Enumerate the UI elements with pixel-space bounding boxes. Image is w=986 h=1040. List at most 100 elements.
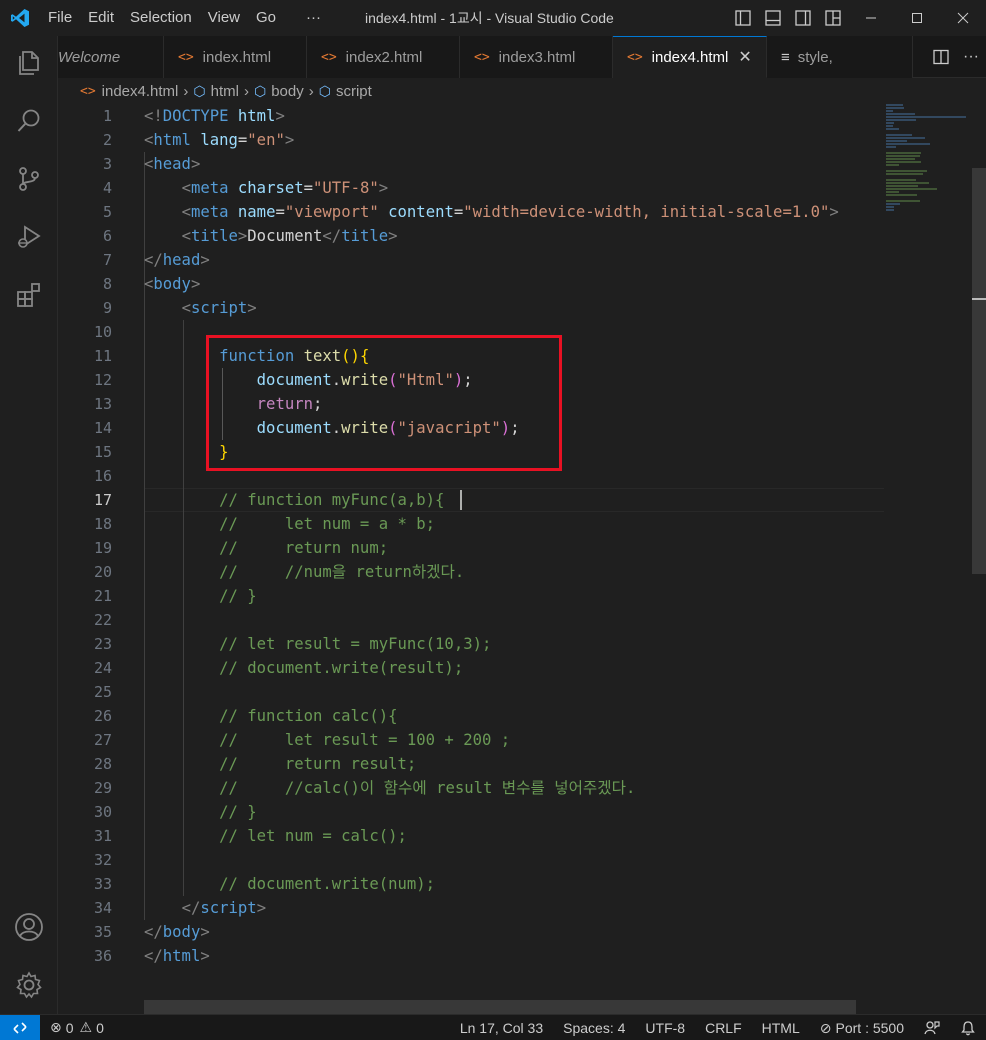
cube-icon: ⬡	[318, 82, 331, 99]
minimap-line	[886, 119, 916, 121]
notifications-bell-icon[interactable]	[950, 1015, 986, 1040]
code-line[interactable]: <head>	[144, 152, 884, 176]
breadcrumb-body[interactable]: ⬡ body	[254, 83, 304, 100]
status-bar: ⊗ 0 ⚠ 0 Ln 17, Col 33 Spaces: 4 UTF-8 CR…	[0, 1014, 986, 1040]
code-line[interactable]: <meta charset="UTF-8">	[144, 176, 884, 200]
explorer-icon[interactable]	[0, 38, 58, 88]
toggle-secondary-sidebar-icon[interactable]	[788, 0, 818, 36]
line-number: 1	[102, 107, 112, 125]
tab-index2-html[interactable]: <> index2.html	[307, 36, 460, 78]
tab-welcome[interactable]: Welcome	[58, 36, 164, 78]
code-line[interactable]: // let num = a * b;	[144, 512, 884, 536]
code-line[interactable]: // }	[144, 800, 884, 824]
cursor-position[interactable]: Ln 17, Col 33	[450, 1015, 553, 1040]
code-line[interactable]: // document.write(num);	[144, 872, 884, 896]
line-number: 16	[93, 467, 112, 485]
menu-selection[interactable]: Selection	[122, 0, 200, 36]
minimap-line	[886, 110, 893, 112]
line-number: 28	[93, 755, 112, 773]
extensions-icon[interactable]	[0, 270, 58, 320]
code-line[interactable]: // //num을 return하겠다.	[144, 560, 884, 584]
run-debug-icon[interactable]	[0, 212, 58, 262]
breadcrumb-label: index4.html	[101, 82, 179, 100]
breadcrumb-script[interactable]: ⬡ script	[319, 83, 372, 100]
code-line[interactable]: // let result = myFunc(10,3);	[144, 632, 884, 656]
close-window-icon[interactable]	[940, 0, 986, 36]
code-token: <!	[144, 107, 163, 125]
code-line[interactable]: // function calc(){	[144, 704, 884, 728]
code-line[interactable]: // return result;	[144, 752, 884, 776]
code-line[interactable]: // document.write(result);	[144, 656, 884, 680]
code-line[interactable]: // return num;	[144, 536, 884, 560]
code-token: </	[144, 947, 163, 965]
more-actions-icon[interactable]: ···	[956, 36, 986, 78]
code-token: title	[341, 227, 389, 245]
code-token: =	[237, 131, 248, 149]
html-file-icon: <>	[80, 83, 96, 99]
menu-edit[interactable]: Edit	[80, 0, 122, 36]
code-line[interactable]: // let num = calc();	[144, 824, 884, 848]
tab-index4-html[interactable]: <> index4.html ✕	[613, 36, 767, 78]
code-line[interactable]: // }	[144, 584, 884, 608]
source-control-icon[interactable]	[0, 154, 58, 204]
code-token: Document	[247, 227, 323, 245]
horizontal-scrollbar[interactable]	[144, 1000, 856, 1014]
code-line[interactable]: // let result = 100 + 200 ;	[144, 728, 884, 752]
code-line[interactable]: <meta name="viewport" content="width=dev…	[144, 200, 884, 224]
vertical-scrollbar[interactable]	[972, 104, 986, 1014]
close-tab-icon[interactable]: ✕	[738, 47, 751, 67]
split-editor-icon[interactable]	[926, 36, 956, 78]
end-of-line[interactable]: CRLF	[695, 1015, 752, 1040]
minimap-line	[886, 140, 907, 142]
toggle-panel-icon[interactable]	[758, 0, 788, 36]
remote-indicator-icon[interactable]	[0, 1014, 40, 1040]
menu-view[interactable]: View	[200, 0, 248, 36]
breadcrumb-html[interactable]: ⬡ html	[193, 83, 239, 100]
toggle-primary-sidebar-icon[interactable]	[728, 0, 758, 36]
indentation[interactable]: Spaces: 4	[553, 1015, 635, 1040]
code-line[interactable]: <html lang="en">	[144, 128, 884, 152]
menu-more[interactable]: ···	[298, 0, 329, 36]
search-icon[interactable]	[0, 96, 58, 146]
menu-file[interactable]: File	[40, 0, 80, 36]
tab-index3-html[interactable]: <> index3.html	[460, 36, 613, 78]
code-line[interactable]: <!DOCTYPE html>	[144, 104, 884, 128]
manage-gear-icon[interactable]	[0, 960, 58, 1010]
breadcrumb-file[interactable]: <> index4.html	[80, 83, 178, 100]
code-line[interactable]	[144, 680, 884, 704]
code-line[interactable]: <body>	[144, 272, 884, 296]
encoding[interactable]: UTF-8	[635, 1015, 695, 1040]
feedback-icon[interactable]	[914, 1015, 950, 1040]
code-token: "width=device-width, initial-scale=1.0"	[463, 203, 830, 221]
line-number: 35	[93, 923, 112, 941]
customize-layout-icon[interactable]	[818, 0, 848, 36]
code-line[interactable]: // //calc()이 함수에 result 변수를 넣어주겠다.	[144, 776, 884, 800]
live-server-port[interactable]: ⊘ Port : 5500	[810, 1015, 914, 1040]
problems-indicator[interactable]: ⊗ 0 ⚠ 0	[40, 1015, 114, 1040]
maximize-icon[interactable]	[894, 0, 940, 36]
code-line[interactable]: </head>	[144, 248, 884, 272]
code-line[interactable]: // function myFunc(a,b){	[144, 488, 884, 512]
code-token: // return result;	[219, 755, 417, 773]
line-number: 31	[93, 827, 112, 845]
tab-style-css[interactable]: ≡ style,	[767, 36, 913, 78]
code-editor[interactable]: 1 2 3 4 5 6 7 8 9 10 11 12 13 14 15 16 1…	[58, 104, 986, 1014]
account-icon[interactable]	[0, 902, 58, 952]
code-token: DOCTYPE	[162, 107, 229, 125]
code-line[interactable]: </body>	[144, 920, 884, 944]
language-mode[interactable]: HTML	[752, 1015, 810, 1040]
tab-index-html[interactable]: <> index.html	[164, 36, 307, 78]
code-line[interactable]: <title>Document</title>	[144, 224, 884, 248]
code-line[interactable]	[144, 848, 884, 872]
scrollbar-thumb[interactable]	[972, 168, 986, 574]
code-line[interactable]: </html>	[144, 944, 884, 968]
menu-go[interactable]: Go	[248, 0, 284, 36]
activity-bar	[0, 36, 58, 1014]
minimap[interactable]	[886, 104, 972, 211]
code-line[interactable]: <script>	[144, 296, 884, 320]
code-line[interactable]: </script>	[144, 896, 884, 920]
code-line[interactable]	[144, 608, 884, 632]
minimize-icon[interactable]	[848, 0, 894, 36]
